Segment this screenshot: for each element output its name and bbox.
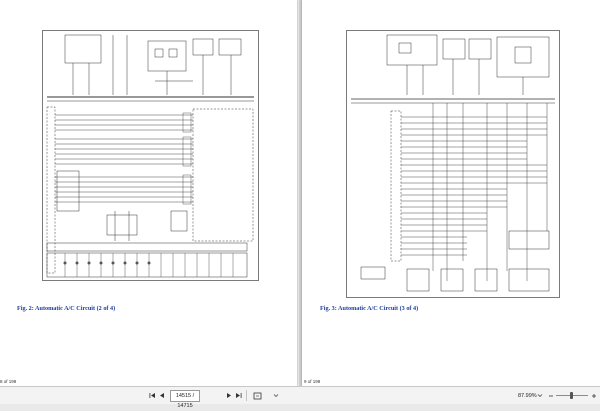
first-page-icon[interactable] — [148, 390, 156, 401]
minus-icon[interactable] — [547, 390, 554, 401]
figure-caption[interactable]: Fig. 2: Automatic A/C Circuit (2 of 4) — [17, 305, 115, 312]
page-number: 8 of 199 — [0, 379, 17, 384]
document-page-right: Fig. 3: Automatic A/C Circuit (3 of 4) 9… — [302, 0, 600, 386]
last-page-icon[interactable] — [234, 390, 242, 401]
document-viewer[interactable]: Fig. 2: Automatic A/C Circuit (2 of 4) 8… — [0, 0, 600, 386]
viewer-toolbar: 14515 / 14715 87.99% — [0, 386, 600, 409]
page-number: 9 of 199 — [304, 379, 321, 384]
plus-icon[interactable] — [590, 390, 597, 401]
toolbar-divider — [246, 390, 247, 401]
zoom-level[interactable]: 87.99% — [518, 391, 537, 401]
wiring-diagram-left-drawing — [46, 34, 254, 278]
previous-page-icon[interactable] — [158, 390, 166, 401]
zoom-chevron-down-icon[interactable] — [537, 390, 543, 401]
zoom-slider-thumb[interactable] — [570, 392, 573, 399]
figure-caption[interactable]: Fig. 3: Automatic A/C Circuit (3 of 4) — [320, 305, 418, 312]
wiring-diagram-right-drawing — [351, 34, 555, 292]
next-page-icon[interactable] — [225, 390, 233, 401]
fit-page-icon[interactable] — [252, 390, 262, 401]
wiring-diagram-left — [42, 30, 259, 281]
page-number-input[interactable]: 14515 / 14715 — [170, 390, 200, 409]
wiring-diagram-right — [346, 30, 560, 298]
document-page-left: Fig. 2: Automatic A/C Circuit (2 of 4) 8… — [0, 0, 297, 386]
chevron-down-icon[interactable] — [272, 390, 280, 401]
